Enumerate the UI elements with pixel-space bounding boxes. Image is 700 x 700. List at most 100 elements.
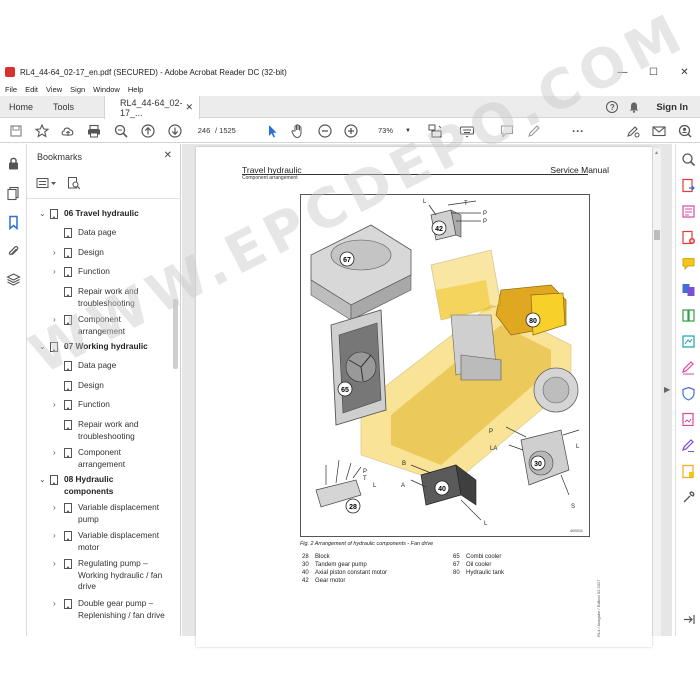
search-user-icon[interactable]: [677, 123, 693, 139]
bookmark-search-icon[interactable]: [67, 176, 81, 190]
lock-icon[interactable]: [6, 156, 21, 171]
menu-view[interactable]: View: [46, 85, 62, 94]
cloud-upload-icon[interactable]: [60, 123, 76, 139]
bookmark-data-page[interactable]: Data page: [53, 227, 168, 239]
bookmark-data-page[interactable]: Data page: [53, 360, 168, 372]
menu-file[interactable]: File: [5, 85, 17, 94]
enhance-scans-icon[interactable]: [681, 334, 696, 349]
zoom-level-select[interactable]: 73% ▼: [368, 124, 414, 138]
bookmark-design[interactable]: Design: [53, 380, 168, 392]
document-scrollbar[interactable]: ▲: [653, 148, 661, 636]
callout-40: 40: [434, 480, 450, 496]
print-icon[interactable]: [86, 123, 102, 139]
page-fit-icon[interactable]: [427, 123, 443, 139]
chevron-right-icon[interactable]: ›: [53, 314, 62, 325]
comment-icon[interactable]: [499, 123, 515, 139]
more-tools-icon[interactable]: [681, 490, 696, 505]
chevron-right-icon[interactable]: ›: [53, 530, 62, 541]
menu-edit[interactable]: Edit: [25, 85, 38, 94]
bookmark-label: Component arrangement: [78, 314, 126, 336]
bell-icon[interactable]: [629, 102, 639, 113]
tab-tools[interactable]: Tools: [53, 96, 74, 118]
save-icon[interactable]: [8, 123, 24, 139]
chevron-down-icon[interactable]: ⌄: [39, 474, 48, 485]
edit-pdf-icon[interactable]: [681, 204, 696, 219]
star-icon[interactable]: [34, 123, 50, 139]
port-label-p: P: [483, 219, 487, 225]
search-icon[interactable]: [681, 152, 696, 167]
menu-help[interactable]: Help: [128, 85, 143, 94]
previous-page-icon[interactable]: [140, 123, 156, 139]
minimize-button[interactable]: —: [607, 62, 638, 82]
select-cursor-icon[interactable]: [264, 123, 280, 139]
chevron-right-icon[interactable]: ›: [53, 598, 62, 609]
page-thumbnails-icon[interactable]: [6, 186, 21, 201]
tab-home[interactable]: Home: [9, 96, 33, 118]
bookmark-06-travel-hydraulic[interactable]: ⌄ 06 Travel hydraulic: [39, 208, 159, 220]
zoom-search-icon[interactable]: [113, 123, 129, 139]
bookmark-07-working-hydraulic[interactable]: ⌄ 07 Working hydraulic: [39, 341, 169, 353]
bookmark-design[interactable]: › Design: [53, 247, 168, 259]
bookmark-double-gear-pump[interactable]: › Double gear pump – Replenishing / fan …: [53, 598, 168, 621]
chevron-right-icon[interactable]: ›: [53, 247, 62, 258]
chevron-right-icon[interactable]: ›: [53, 502, 62, 513]
maximize-button[interactable]: ☐: [638, 62, 669, 82]
collapse-tools-icon[interactable]: [681, 612, 696, 627]
bookmark-options-icon[interactable]: [36, 177, 58, 189]
bookmark-panel-icon[interactable]: [6, 215, 21, 230]
send-for-signature-icon[interactable]: [681, 412, 696, 427]
close-tab-icon[interactable]: ✕: [185, 102, 193, 113]
sign-pen-icon[interactable]: [681, 438, 696, 453]
bookmark-repair-work[interactable]: Repair work and troubleshooting: [53, 286, 164, 309]
chevron-down-icon[interactable]: ⌄: [39, 341, 48, 352]
zoom-in-icon[interactable]: [343, 123, 359, 139]
pen-icon[interactable]: [526, 123, 542, 139]
create-pdf-icon[interactable]: [681, 230, 696, 245]
pen-link-icon[interactable]: [625, 123, 641, 139]
comment-tool-icon[interactable]: [681, 256, 696, 271]
combine-files-icon[interactable]: [681, 282, 696, 297]
email-icon[interactable]: [651, 123, 667, 139]
scroll-up-icon[interactable]: ▲: [654, 150, 659, 156]
chevron-right-icon[interactable]: ›: [53, 266, 62, 277]
scrollbar-thumb[interactable]: [654, 230, 660, 240]
zoom-out-icon[interactable]: [317, 123, 333, 139]
close-panel-icon[interactable]: ✕: [164, 150, 172, 161]
bookmark-function[interactable]: › Function: [53, 399, 168, 411]
bookmark-component-arrangement[interactable]: › Component arrangement: [53, 447, 148, 470]
more-tools-button[interactable]: ···: [570, 123, 586, 139]
menu-window[interactable]: Window: [93, 85, 120, 94]
layers-icon[interactable]: [6, 272, 21, 287]
expand-panel-icon[interactable]: ▶: [664, 385, 670, 394]
chevron-right-icon[interactable]: ›: [53, 558, 62, 569]
bookmark-icon: [64, 559, 72, 569]
next-page-icon[interactable]: [167, 123, 183, 139]
keyboard-icon[interactable]: [459, 123, 475, 139]
help-icon[interactable]: ?: [606, 101, 619, 113]
menu-sign[interactable]: Sign: [70, 85, 85, 94]
bookmark-08-hydraulic-components[interactable]: ⌄ 08 Hydraulic components: [39, 474, 136, 497]
chevron-right-icon[interactable]: ›: [53, 399, 62, 410]
stamp-icon[interactable]: [681, 464, 696, 479]
sign-in-button[interactable]: Sign In: [656, 102, 688, 113]
fill-sign-icon[interactable]: [681, 360, 696, 375]
close-window-button[interactable]: ✕: [669, 62, 700, 82]
hand-tool-icon[interactable]: [290, 123, 306, 139]
export-pdf-icon[interactable]: [681, 178, 696, 193]
chevron-down-icon[interactable]: ⌄: [39, 208, 48, 219]
bookmark-regulating-pump[interactable]: › Regulating pump – Working hydraulic / …: [53, 558, 164, 593]
organize-pages-icon[interactable]: [681, 308, 696, 323]
bookmark-component-arrangement[interactable]: › Component arrangement: [53, 314, 148, 337]
bookmark-repair-work[interactable]: Repair work and troubleshooting: [53, 419, 164, 442]
main-toolbar: 246 / 1525 73% ▼ ···: [0, 119, 700, 143]
page-number-input[interactable]: 246: [192, 124, 216, 138]
tab-document[interactable]: RL4_44-64_02-17_... ✕: [104, 96, 200, 119]
attachment-icon[interactable]: [6, 244, 21, 259]
bookmark-label: Design: [78, 247, 104, 257]
bookmark-variable-displacement-motor[interactable]: › Variable displacement motor: [53, 530, 172, 553]
bookmark-variable-displacement-pump[interactable]: › Variable displacement pump: [53, 502, 172, 525]
bookmark-function[interactable]: › Function: [53, 266, 168, 278]
bookmarks-scrollbar[interactable]: [173, 299, 178, 369]
chevron-right-icon[interactable]: ›: [53, 447, 62, 458]
protect-icon[interactable]: [681, 386, 696, 401]
